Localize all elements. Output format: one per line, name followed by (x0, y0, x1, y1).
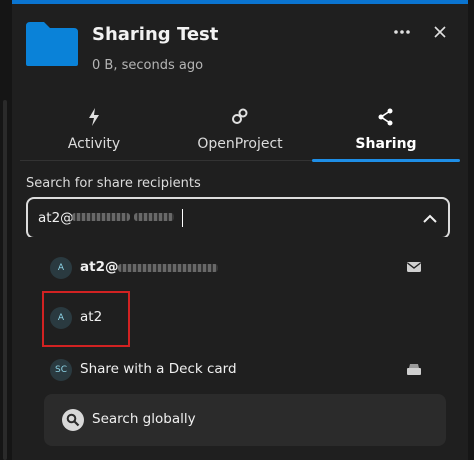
file-title: Sharing Test (92, 24, 219, 45)
deck-icon (407, 364, 421, 375)
sidebar-tabs: Activity OpenProject Sharing (20, 98, 460, 162)
tab-sharing-label: Sharing (355, 136, 417, 152)
tab-openproject-label: OpenProject (197, 136, 283, 152)
avatar: A (50, 257, 72, 279)
openproject-icon (232, 108, 248, 124)
recipient-dropdown: A at2@ A at2 SC Share with a Deck card S… (26, 237, 450, 453)
left-scroll-track[interactable] (0, 0, 12, 460)
chevron-up-icon[interactable] (420, 209, 440, 229)
scrollbar-thumb[interactable] (3, 100, 7, 460)
obscured-text (72, 213, 130, 221)
tab-openproject[interactable]: OpenProject (166, 98, 314, 160)
sharing-sidebar: Sharing Test 0 B, seconds ago Activity O… (12, 4, 468, 460)
search-label: Search for share recipients (26, 176, 201, 191)
search-globally-label: Search globally (92, 411, 196, 427)
active-tab-indicator (312, 159, 460, 162)
search-globally-button[interactable]: Search globally (44, 394, 446, 446)
file-subtitle: 0 B, seconds ago (92, 58, 204, 73)
text-caret (182, 209, 183, 227)
avatar: A (50, 307, 72, 329)
folder-icon (26, 22, 78, 66)
share-icon (378, 108, 393, 126)
close-icon (434, 26, 446, 38)
option-label: at2 (80, 309, 103, 325)
close-button[interactable] (426, 18, 454, 46)
tab-sharing[interactable]: Sharing (312, 98, 460, 162)
recipient-option-at2[interactable]: A at2 (32, 295, 442, 341)
more-horizontal-icon (394, 30, 410, 34)
more-actions-button[interactable] (388, 18, 416, 46)
share-search-box[interactable] (26, 197, 450, 239)
recipient-option-deck[interactable]: SC Share with a Deck card (32, 347, 442, 393)
email-icon (407, 262, 421, 272)
obscured-text (134, 213, 174, 221)
option-label: at2@ (80, 259, 119, 275)
right-edge (468, 0, 474, 460)
magnify-icon (62, 409, 84, 431)
obscured-text (118, 264, 218, 272)
recipient-option-email[interactable]: A at2@ (32, 245, 442, 291)
option-label: Share with a Deck card (80, 361, 237, 377)
lightning-icon (89, 108, 99, 126)
avatar: SC (50, 359, 72, 381)
tab-activity-label: Activity (67, 136, 121, 152)
tab-activity[interactable]: Activity (20, 98, 168, 160)
